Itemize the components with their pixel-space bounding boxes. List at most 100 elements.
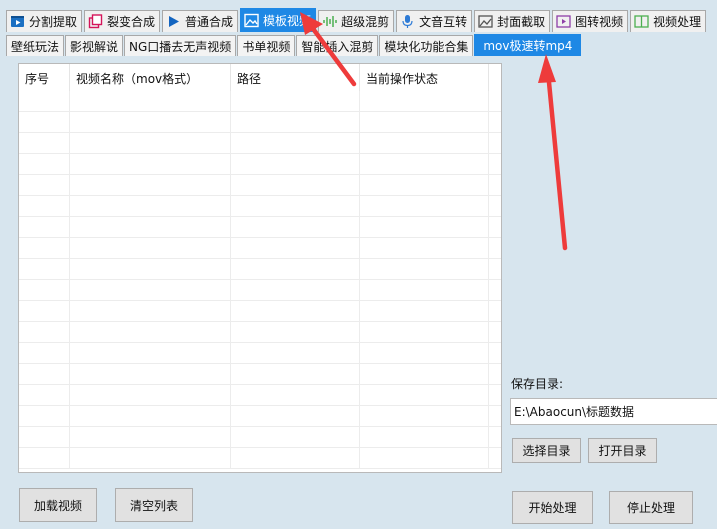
empty-table-cell: [19, 238, 70, 258]
video-list-table[interactable]: 序号 视频名称（mov格式） 路径 当前操作状态: [18, 63, 502, 473]
table-header: 序号 视频名称（mov格式） 路径 当前操作状态: [19, 64, 501, 91]
tab-super-mix[interactable]: 超级混剪: [318, 10, 395, 32]
load-video-button[interactable]: 加载视频: [19, 488, 97, 522]
column-header-video-name[interactable]: 视频名称（mov格式）: [70, 64, 231, 91]
empty-table-cell: [19, 364, 70, 384]
tab-image-to-video[interactable]: 图转视频: [552, 10, 629, 32]
subtab-modular-features[interactable]: 模块化功能合集: [379, 35, 474, 56]
empty-table-row: [19, 322, 501, 343]
empty-table-cell: [360, 364, 489, 384]
empty-table-cell: [19, 280, 70, 300]
subtab-smart-insert-mix[interactable]: 智能插入混剪: [296, 35, 379, 56]
empty-table-cell: [19, 196, 70, 216]
empty-table-cell: [360, 448, 489, 468]
empty-table-cell: [231, 385, 360, 405]
empty-table-cell: [231, 91, 360, 111]
subtab-mov-to-mp4[interactable]: mov极速转mp4: [474, 34, 582, 56]
empty-table-cell: [360, 259, 489, 279]
tab-label: 图转视频: [575, 15, 624, 29]
empty-table-cell: [70, 406, 231, 426]
empty-table-row: [19, 301, 501, 322]
tab-fission-compose[interactable]: 裂变合成: [84, 10, 161, 32]
film-play-icon: [10, 14, 25, 29]
empty-table-cell: [231, 364, 360, 384]
tab-split-extract[interactable]: 分割提取: [6, 10, 83, 32]
empty-table-cell: [70, 217, 231, 237]
empty-table-row: [19, 112, 501, 133]
empty-table-cell: [231, 448, 360, 468]
column-header-path[interactable]: 路径: [231, 64, 360, 91]
tab-label: 文音互转: [419, 15, 468, 29]
stop-process-button[interactable]: 停止处理: [609, 491, 693, 524]
tab-label: 普通合成: [185, 15, 234, 29]
empty-table-cell: [19, 112, 70, 132]
empty-table-cell: [70, 448, 231, 468]
subtab-booklist[interactable]: 书单视频: [237, 35, 296, 56]
subtab-film-commentary[interactable]: 影视解说: [65, 35, 124, 56]
tab-label: 裂变合成: [107, 15, 156, 29]
empty-table-row: [19, 154, 501, 175]
template-image-icon: [244, 13, 259, 28]
empty-table-row: [19, 385, 501, 406]
empty-table-cell: [19, 154, 70, 174]
empty-table-cell: [360, 280, 489, 300]
empty-table-cell: [360, 385, 489, 405]
empty-table-cell: [231, 427, 360, 447]
empty-table-cell: [231, 196, 360, 216]
empty-table-cell: [360, 154, 489, 174]
empty-table-cell: [231, 112, 360, 132]
subtab-label: 模块化功能合集: [384, 39, 469, 54]
empty-table-cell: [360, 238, 489, 258]
empty-table-cell: [19, 427, 70, 447]
subtab-ng-silence[interactable]: NG口播去无声视频: [124, 35, 237, 56]
empty-table-cell: [19, 301, 70, 321]
empty-table-cell: [231, 280, 360, 300]
empty-table-cell: [19, 91, 70, 111]
empty-table-cell: [70, 133, 231, 153]
play-triangle-icon: [166, 14, 181, 29]
empty-table-cell: [70, 301, 231, 321]
empty-table-cell: [70, 427, 231, 447]
tab-video-process[interactable]: 视频处理: [630, 10, 707, 32]
open-dir-button[interactable]: 打开目录: [588, 438, 657, 463]
empty-table-cell: [70, 238, 231, 258]
copy-squares-icon: [88, 14, 103, 29]
column-header-index[interactable]: 序号: [19, 64, 70, 91]
empty-table-cell: [70, 91, 231, 111]
empty-table-cell: [231, 133, 360, 153]
empty-table-row: [19, 259, 501, 280]
empty-table-cell: [360, 112, 489, 132]
subtab-wallpaper[interactable]: 壁纸玩法: [6, 35, 65, 56]
subtab-label: NG口播去无声视频: [129, 39, 232, 54]
empty-table-cell: [231, 343, 360, 363]
empty-table-cell: [70, 364, 231, 384]
empty-table-cell: [360, 133, 489, 153]
tab-template-video[interactable]: 模板视频: [240, 8, 317, 32]
empty-table-cell: [70, 175, 231, 195]
choose-dir-button[interactable]: 选择目录: [512, 438, 581, 463]
start-process-button[interactable]: 开始处理: [512, 491, 593, 524]
save-dir-input[interactable]: [510, 398, 717, 425]
tab-text-audio[interactable]: 文音互转: [396, 10, 473, 32]
empty-table-cell: [19, 175, 70, 195]
sub-tab-bar: 壁纸玩法 影视解说 NG口播去无声视频 书单视频 智能插入混剪 模块化功能合集 …: [6, 33, 582, 56]
picture-icon: [478, 14, 493, 29]
empty-table-row: [19, 217, 501, 238]
tab-normal-compose[interactable]: 普通合成: [162, 10, 239, 32]
empty-table-cell: [360, 91, 489, 111]
tab-cover-capture[interactable]: 封面截取: [474, 10, 551, 32]
split-panel-icon: [634, 14, 649, 29]
empty-table-cell: [19, 133, 70, 153]
clear-list-button[interactable]: 清空列表: [115, 488, 193, 522]
subtab-label: mov极速转mp4: [483, 39, 573, 53]
microphone-icon: [400, 14, 415, 29]
empty-table-row: [19, 448, 501, 469]
empty-table-cell: [360, 406, 489, 426]
empty-table-cell: [19, 217, 70, 237]
column-header-status[interactable]: 当前操作状态: [360, 64, 489, 91]
empty-table-row: [19, 427, 501, 448]
empty-table-cell: [70, 322, 231, 342]
empty-table-row: [19, 238, 501, 259]
empty-table-cell: [360, 196, 489, 216]
empty-table-cell: [360, 427, 489, 447]
